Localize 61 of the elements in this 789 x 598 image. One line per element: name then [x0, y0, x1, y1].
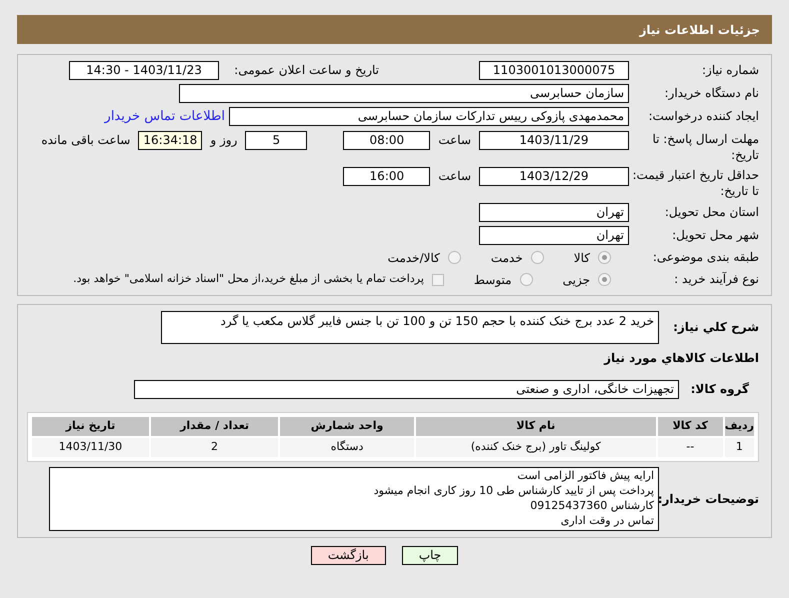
field-label: ساعت: [438, 168, 471, 184]
contact-link[interactable]: اطلاعات تماس خریدار: [104, 107, 225, 126]
deadline-date-field: 1403/11/29: [479, 130, 629, 150]
notes-textarea[interactable]: ارایه پیش فاکتور الزامی است پرداخت پس از تایید کارشناس طی 10 روز کاری انجام میشود کارشناس 09125437360 تماس در وقت اداری: [49, 466, 659, 530]
description-textarea[interactable]: خرید 2 عدد برج خنک کننده با حجم 150 تن و 100 تن با جنس فایبر گلاس مکعب یا گرد: [161, 310, 659, 344]
radio-button[interactable]: [448, 251, 461, 264]
province-field: تهران: [479, 202, 629, 222]
table-cell: 2: [150, 438, 278, 456]
field-label: ساعت باقی مانده: [41, 132, 130, 148]
column-header: نام کالا: [416, 416, 656, 436]
field-label: استان محل تحویل:: [664, 204, 759, 220]
announce-date-field: 1403/11/23 - 14:30: [69, 61, 219, 80]
radio-label: جزیی: [562, 272, 590, 288]
column-header: ردیف: [724, 416, 754, 436]
field-label: توضیحات خریدار:: [659, 490, 759, 508]
radio-label: کالا: [574, 250, 590, 266]
field-label: نوع فرآیند خرید :: [673, 272, 759, 287]
remaining-time-field: 16:34:18: [138, 130, 202, 150]
page-header: جزئیات اطلاعات نیاز: [17, 15, 772, 44]
field-label: شماره نیاز:: [701, 63, 759, 78]
field-label: حداقل تاریخ اعتبار قیمت: تا تاریخ:: [631, 166, 759, 198]
print-button[interactable]: چاپ: [402, 546, 458, 564]
field-label: روز و: [210, 132, 238, 148]
table-cell: 1: [724, 438, 754, 456]
days-field: 5: [245, 130, 308, 150]
field-label: گروه کالا:: [690, 381, 749, 398]
column-header: واحد شمارش: [280, 416, 414, 436]
buyer-field: سازمان حسابرسی: [179, 84, 629, 103]
field-label: نام دستگاه خریدار:: [664, 86, 759, 101]
radio-label: کالا/خدمت: [388, 250, 440, 266]
creator-field: محمدمهدی پازوکی رییس تدارکات سازمان حسابرسی: [229, 107, 629, 126]
goods-group-field: تجهیزات خانگی، اداری و صنعتی: [134, 380, 679, 398]
radio-button[interactable]: [530, 251, 544, 264]
field-label: تاریخ و ساعت اعلان عمومی:: [233, 63, 379, 78]
back-button[interactable]: بازگشت: [310, 546, 386, 564]
column-header: تاریخ نیاز: [32, 416, 149, 436]
field-label: شهر محل تحویل:: [671, 228, 759, 242]
column-header: کد کالا: [658, 416, 723, 436]
validity-date-field: 1403/12/29: [479, 166, 629, 186]
checkbox[interactable]: [432, 274, 444, 286]
validity-time-field: 16:00: [343, 166, 430, 186]
deadline-time-field: 08:00: [343, 130, 430, 150]
need-number-field: 1103001013000075: [479, 61, 629, 80]
table-cell: 1403/11/30: [32, 438, 149, 456]
field-label: ایجاد کننده درخواست:: [647, 109, 759, 124]
table-cell: کولینگ تاور (برج خنک کننده): [416, 438, 656, 456]
table-cell: --: [658, 438, 723, 456]
radio-button[interactable]: [598, 273, 611, 286]
city-field: تهران: [479, 226, 629, 244]
section-heading: اطلاعات کالاهاي مورد نياز: [602, 350, 759, 366]
field-label: مهلت ارسال پاسخ: تا تاریخ:: [651, 130, 759, 162]
field-label: شرح کلي نياز:: [672, 319, 759, 336]
field-label: طبقه بندی موضوعی:: [652, 250, 759, 265]
column-header: تعداد / مقدار: [150, 416, 278, 436]
radio-button[interactable]: [520, 273, 533, 286]
field-label: ساعت: [438, 132, 471, 148]
checkbox-label: پرداخت تمام یا بخشی از مبلغ خرید،از محل "اسناد خزانه اسلامی" خواهد بود.: [73, 271, 424, 288]
table-cell: دستگاه: [280, 438, 414, 456]
radio-button[interactable]: [598, 251, 611, 264]
radio-label: متوسط: [474, 272, 512, 288]
radio-label: خدمت: [490, 250, 523, 266]
